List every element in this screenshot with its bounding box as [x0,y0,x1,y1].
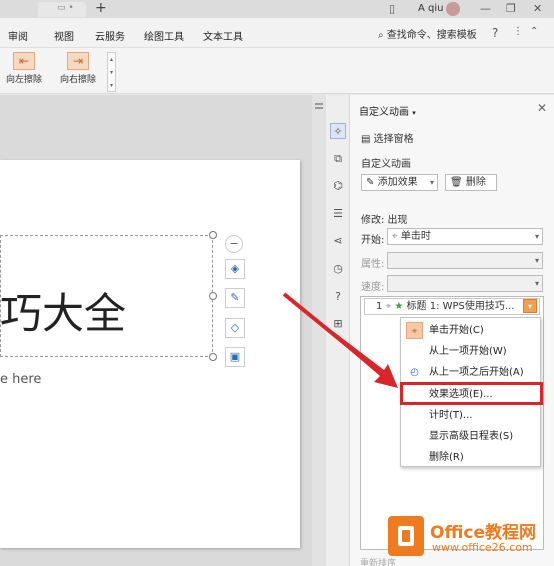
pane-title-text: 自定义动画 [359,107,409,118]
objects-icon[interactable]: ⌬ [330,178,346,194]
selection-pane-button[interactable]: ▤ 选择窗格 [361,130,414,145]
wipe-left-button[interactable]: ⇤ 向左擦除 [2,52,46,92]
chevron-down-icon: ▾ [534,256,539,265]
user-name[interactable]: A qiu [418,3,443,14]
add-effect-button[interactable]: ✎ 添加效果 ▾ [361,174,438,191]
more-icon[interactable]: ⋮ [513,26,523,37]
animation-icon[interactable]: ✧ [330,123,346,139]
command-search[interactable]: ⌕ 查找命令、搜索模板 [378,26,477,41]
menu-item-start-on-click[interactable]: ⌖ 单击开始(C) [401,320,540,341]
help-icon[interactable]: ? [492,26,498,40]
chevron-down-icon[interactable]: ▾ [523,299,537,313]
animation-item-text: 标题 1: WPS使用技巧... [406,301,515,312]
collapse-ribbon-icon[interactable]: ⌃ [530,26,538,37]
chevron-down-icon: ▾ [534,279,539,288]
menu-item-label: 从上一项开始(W) [429,346,507,357]
wipe-right-label: 向右擦除 [59,75,96,85]
property-select: ▾ [387,252,543,269]
grip-icon [315,107,323,109]
slide-title-text: 巧大全 [0,289,127,338]
resize-handle[interactable] [209,231,217,239]
menu-item-label: 单击开始(C) [429,325,484,336]
chevron-down-icon: ▾ [534,232,539,241]
minimize-icon[interactable]: — [480,2,491,15]
selection-pane-label: 选择窗格 [373,134,414,145]
reorder-label: 重新排序 [360,559,397,566]
start-value: 单击时 [400,231,431,242]
title-bar: ▭ • + ▯ A qiu — ❐ ✕ [0,0,554,18]
section-title: 自定义动画 [361,159,411,170]
slide-subtitle-text: e here [0,372,42,387]
menu-view[interactable]: 视图 [54,28,74,43]
pane-title[interactable]: 自定义动画 ▾ [359,103,416,118]
annotation-arrow [282,292,398,388]
modify-label: 修改: 出现 [361,215,408,226]
history-icon[interactable]: ◷ [330,261,346,277]
menu-item-advanced-timeline[interactable]: 显示高级日程表(S) [401,426,540,447]
tab-icons: ▭ • [57,3,74,13]
ribbon: ⇤ 向左擦除 ⇥ 向右擦除 ▴ ▾ ▾ [0,48,554,94]
menu-review[interactable]: 审阅 [8,28,28,43]
menu-cloud[interactable]: 云服务 [95,28,125,43]
pen-icon: ✎ [366,177,375,188]
resize-handle[interactable] [209,292,217,300]
add-effect-label: 添加效果 [377,177,418,188]
menu-item-label: 计时(T)... [429,410,473,421]
fill-icon[interactable]: ◇ [225,318,245,338]
menu-item-remove[interactable]: 删除(R) [401,447,540,468]
wipe-left-label: 向左擦除 [5,75,42,85]
wipe-right-button[interactable]: ⇥ 向右擦除 [56,52,100,92]
shapes-icon[interactable]: ⧉ [330,151,346,167]
share-icon[interactable]: ⋖ [330,233,346,249]
mouse-icon: ⌖ [392,231,398,242]
delete-label: 删除 [465,177,486,188]
search-label: 查找命令、搜索模板 [386,30,477,41]
menu-item-label: 从上一项之后开始(A) [429,367,524,378]
layers-icon[interactable]: ◈ [225,259,245,279]
chevron-down-icon: ▾ [412,109,416,117]
pen-icon[interactable]: ✎ [225,288,245,308]
avatar[interactable] [446,2,460,16]
close-icon[interactable]: ✕ [533,2,542,15]
frame-icon[interactable]: ▣ [225,347,245,367]
wipe-left-icon: ⇤ [13,52,35,70]
arrow-shaft [282,292,384,376]
new-tab-icon[interactable]: + [95,0,107,16]
start-label: 开始: [361,235,385,246]
restore-icon[interactable]: ❐ [506,2,516,15]
collapse-icon[interactable]: − [225,235,243,253]
selection-pane-icon: ▤ [361,134,371,145]
menu-item-label: 删除(R) [429,452,464,463]
settings-sliders-icon[interactable]: ☰ [330,206,346,222]
start-select[interactable]: ⌖ 单击时 ▾ [387,228,543,245]
wipe-right-icon: ⇥ [67,52,89,70]
watermark-logo-dot [402,530,410,542]
menu-text-tools[interactable]: 文本工具 [203,28,243,43]
resize-handle[interactable] [209,353,217,361]
watermark-url: www.office26.com [432,541,533,554]
delete-effect-button[interactable]: 🗑 删除 [445,174,497,191]
menu-item-after-previous[interactable]: ◴ 从上一项之后开始(A) [401,362,540,383]
menu-drawing-tools[interactable]: 绘图工具 [144,28,184,43]
panel-toggle-icon[interactable]: ▯ [389,2,395,15]
chevron-down-icon: ▾ [429,178,434,187]
menu-item-with-previous[interactable]: 从上一项开始(W) [401,341,540,362]
trash-icon: 🗑 [450,177,463,188]
menu-item-timing[interactable]: 计时(T)... [401,405,540,426]
grip-icon [315,103,323,105]
highlight-box [400,382,543,405]
search-icon: ⌕ [378,30,384,41]
menu-item-label: 显示高级日程表(S) [429,431,514,442]
watermark-brand: Office教程网 [430,523,537,543]
menu-bar: 审阅 视图 云服务 绘图工具 文本工具 ⌕ 查找命令、搜索模板 ? ⋮ ⌃ [0,18,554,48]
close-pane-icon[interactable]: ✕ [537,101,547,115]
speed-select: ▾ [387,275,543,292]
gallery-scroll[interactable]: ▴ ▾ ▾ [107,52,116,92]
property-label: 属性: [361,259,385,270]
